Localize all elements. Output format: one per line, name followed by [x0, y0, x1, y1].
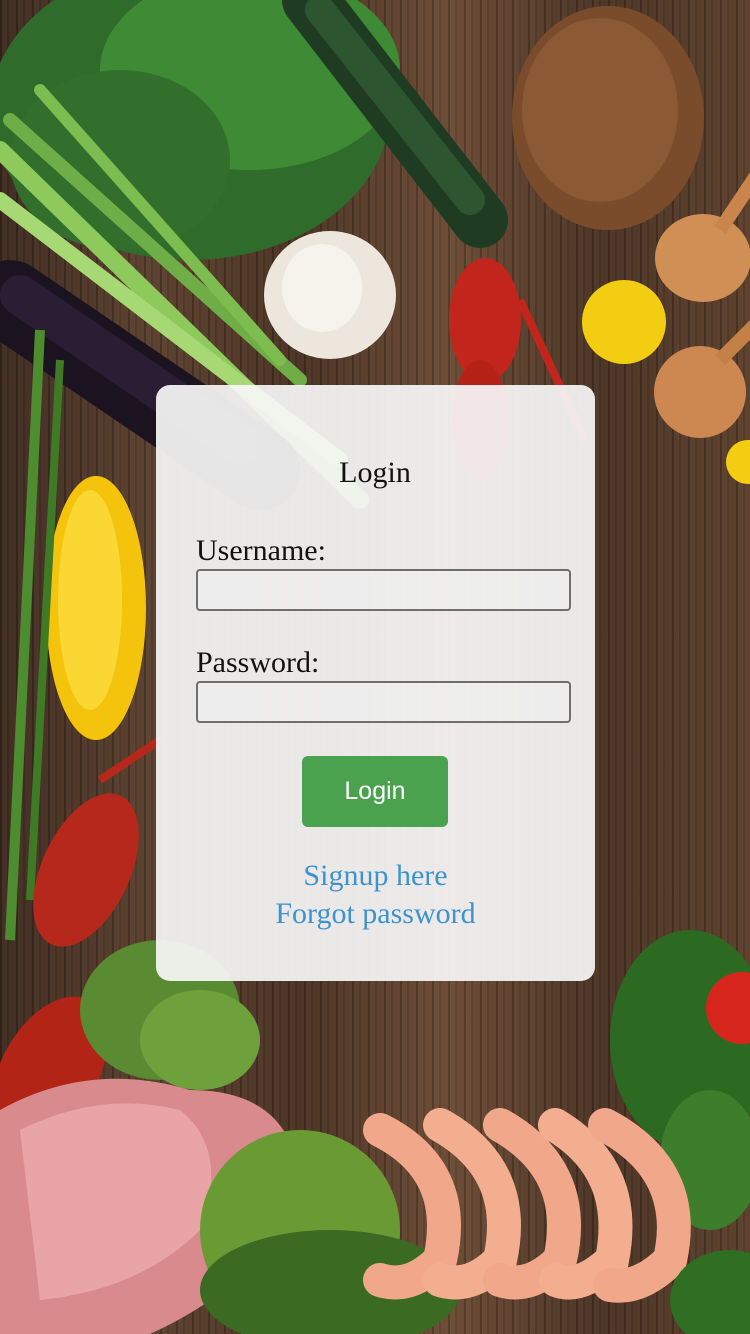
username-input[interactable] — [196, 569, 571, 611]
signup-link[interactable]: Signup here — [156, 858, 595, 894]
password-label: Password: — [196, 646, 320, 679]
username-label: Username: — [196, 534, 326, 567]
login-button[interactable]: Login — [302, 756, 448, 827]
forgot-password-link[interactable]: Forgot password — [156, 896, 595, 932]
password-input[interactable] — [196, 681, 571, 723]
login-title: Login — [339, 456, 411, 489]
